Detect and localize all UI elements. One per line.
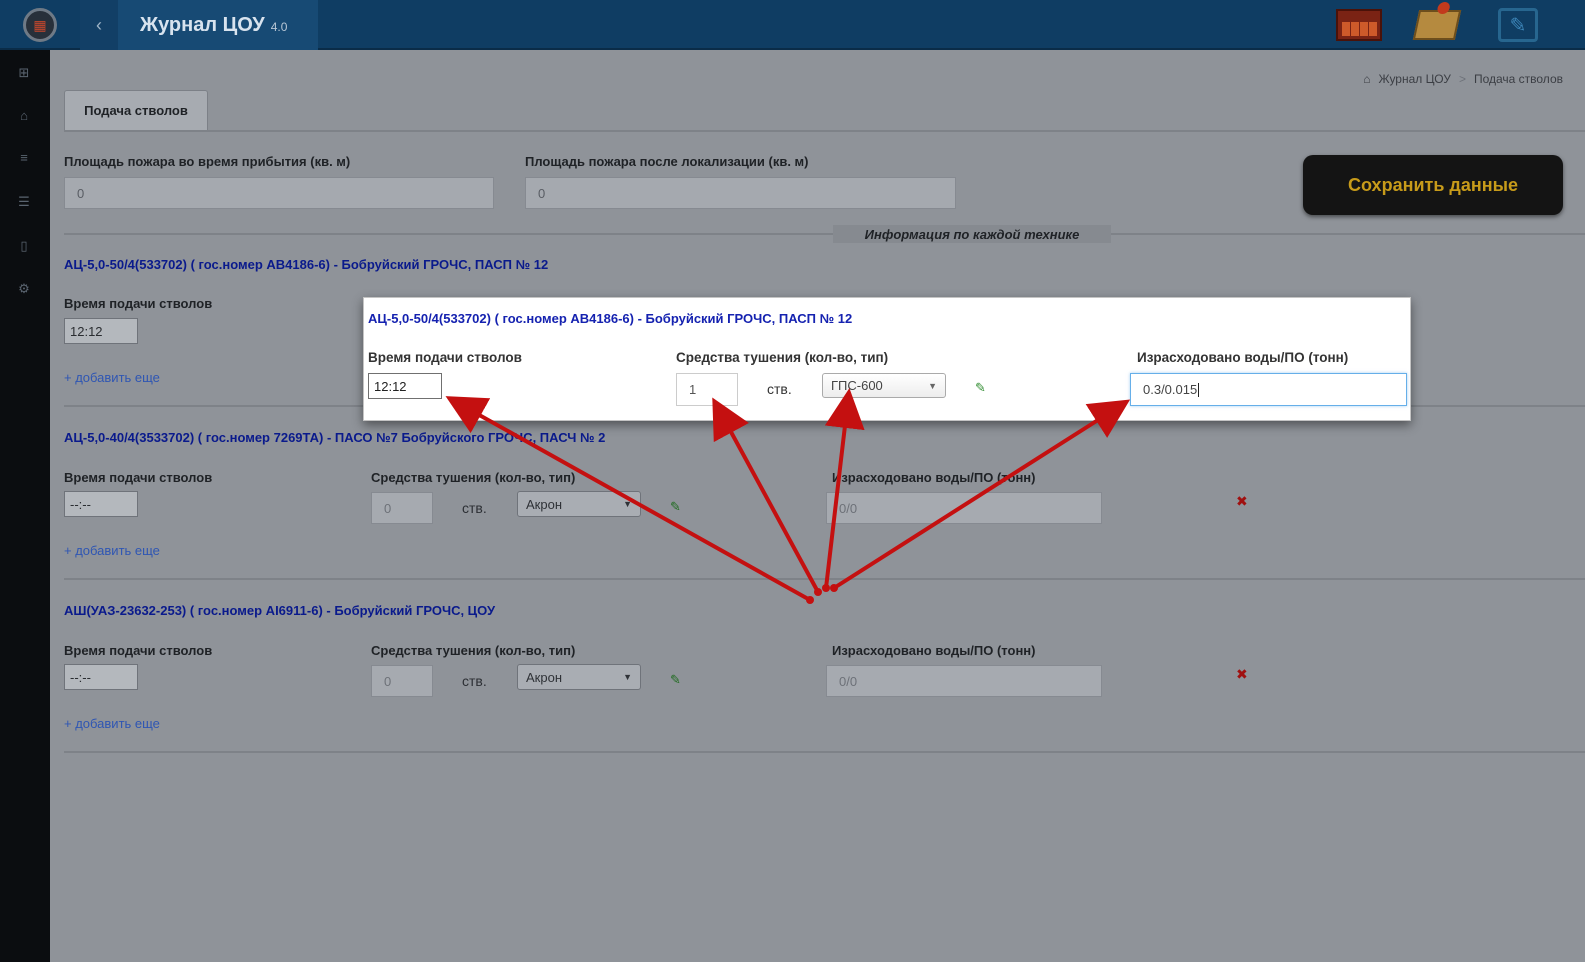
chevron-left-icon: ‹ (96, 14, 102, 35)
popup-agent-select[interactable]: ГПС-600 ▼ (822, 373, 946, 398)
home-icon[interactable]: ⌂ (1363, 72, 1370, 86)
caret-down-icon: ▼ (623, 499, 632, 509)
means-label: Средства тушения (кол-во, тип) (371, 643, 576, 658)
delete-icon[interactable]: ✖ (1236, 666, 1248, 683)
menu-icon[interactable]: ≡ (15, 151, 33, 165)
popup-quantity-input[interactable]: 1 (676, 373, 738, 406)
settings-icon[interactable]: ⚙ (15, 282, 33, 296)
vehicle-title[interactable]: АЦ-5,0-50/4(533702) ( гос.номер АВ4186-6… (64, 257, 548, 272)
edit-icon[interactable]: ✎ (670, 500, 684, 514)
water-input[interactable]: 0/0 (826, 492, 1102, 524)
popup-water-value: 0.3/0.015 (1143, 382, 1198, 397)
unit-label: ств. (462, 500, 487, 516)
time-label: Время подачи стволов (64, 643, 213, 658)
popup-water-input[interactable]: 0.3/0.015 (1130, 373, 1407, 406)
popup-unit-label: ств. (767, 381, 792, 397)
app-version: 4.0 (270, 20, 288, 34)
breadcrumb-journal[interactable]: Журнал ЦОУ (1379, 72, 1451, 86)
agent-select[interactable]: Акрон ▼ (517, 664, 641, 690)
popup-means-label: Средства тушения (кол-во, тип) (676, 350, 889, 365)
caret-down-icon: ▼ (928, 381, 937, 391)
popup-vehicle-title[interactable]: АЦ-5,0-50/4(533702) ( гос.номер АВ4186-6… (368, 311, 852, 326)
save-data-button[interactable]: Сохранить данные (1303, 155, 1563, 215)
quantity-input[interactable]: 0 (371, 665, 433, 697)
collapse-sidebar-button[interactable]: ‹ (80, 0, 118, 50)
tab-barrel-supply[interactable]: Подача стволов (64, 90, 208, 130)
agent-select-value: Акрон (526, 496, 562, 512)
area-after-input[interactable]: 0 (525, 177, 956, 209)
highlight-vehicle-panel: АЦ-5,0-50/4(533702) ( гос.номер АВ4186-6… (363, 297, 1411, 421)
fire-station-icon (1336, 9, 1382, 41)
time-input[interactable]: --:-- (64, 491, 138, 517)
unit-label: ств. (462, 673, 487, 689)
text-cursor (1198, 382, 1200, 397)
vehicle-title[interactable]: АШ(УАЗ-23632-253) ( гос.номер АI6911-6) … (64, 603, 495, 618)
edit-icon[interactable]: ✎ (670, 673, 684, 687)
time-input[interactable]: 12:12 (64, 318, 138, 344)
edit-journal-icon: ✎ (1498, 8, 1538, 42)
journal-edit-button[interactable]: ✎ (1494, 5, 1542, 45)
water-label: Израсходовано воды/ПО (тонн) (832, 643, 1036, 658)
vehicle-title[interactable]: АЦ-5,0-40/4(3533702) ( гос.номер 7269ТА)… (64, 430, 605, 445)
tab-divider (64, 130, 1585, 132)
app-logo[interactable]: ▦ (0, 0, 80, 50)
time-label: Время подачи стволов (64, 470, 213, 485)
water-input[interactable]: 0/0 (826, 665, 1102, 697)
caret-down-icon: ▼ (623, 672, 632, 682)
popup-time-label: Время подачи стволов (368, 350, 522, 365)
breadcrumb-current: Подача стволов (1473, 72, 1563, 86)
means-label: Средства тушения (кол-во, тип) (371, 470, 576, 485)
sidebar: ⊞ ⌂ ≡ ☰ ▯ ⚙ (0, 50, 50, 962)
area-after-label: Площадь пожара после локализации (кв. м) (525, 154, 809, 169)
top-bar: ▦ ‹ Журнал ЦОУ 4.0 ✎ (0, 0, 1585, 50)
map-button[interactable] (1412, 5, 1462, 45)
add-more-link[interactable]: + добавить еще (64, 370, 160, 385)
quantity-input[interactable]: 0 (371, 492, 433, 524)
divider (64, 751, 1585, 753)
add-more-link[interactable]: + добавить еще (64, 716, 160, 731)
agent-select[interactable]: Акрон ▼ (517, 491, 641, 517)
fire-station-button[interactable] (1335, 5, 1383, 45)
delete-icon[interactable]: ✖ (1236, 493, 1248, 510)
plus-square-icon[interactable]: ⊞ (15, 66, 33, 80)
popup-water-label: Израсходовано воды/ПО (тонн) (1137, 350, 1349, 365)
area-arrival-label: Площадь пожара во время прибытия (кв. м) (64, 154, 351, 169)
water-label: Израсходовано воды/ПО (тонн) (832, 470, 1036, 485)
breadcrumb: ⌂ Журнал ЦОУ > Подача стволов (1363, 72, 1563, 86)
add-more-link[interactable]: + добавить еще (64, 543, 160, 558)
list-icon[interactable]: ☰ (15, 195, 33, 209)
divider (64, 578, 1585, 580)
popup-agent-value: ГПС-600 (831, 378, 883, 393)
map-icon (1412, 10, 1462, 40)
main-content: ⌂ Журнал ЦОУ > Подача стволов Подача ств… (50, 50, 1585, 962)
popup-time-input[interactable]: 12:12 (368, 373, 442, 399)
area-arrival-input[interactable]: 0 (64, 177, 494, 209)
time-label: Время подачи стволов (64, 296, 213, 311)
inbox-icon[interactable]: ⌂ (15, 109, 33, 123)
agent-select-value: Акрон (526, 669, 562, 685)
breadcrumb-separator: > (1458, 72, 1466, 86)
app-title-text: Журнал ЦОУ (140, 13, 265, 36)
divider (64, 233, 1585, 235)
time-input[interactable]: --:-- (64, 664, 138, 690)
app-title: Журнал ЦОУ 4.0 (118, 0, 318, 50)
edit-icon[interactable]: ✎ (975, 381, 989, 395)
document-icon[interactable]: ▯ (15, 239, 33, 253)
section-heading: Информация по каждой технике (833, 225, 1111, 243)
logo-icon: ▦ (23, 8, 57, 42)
